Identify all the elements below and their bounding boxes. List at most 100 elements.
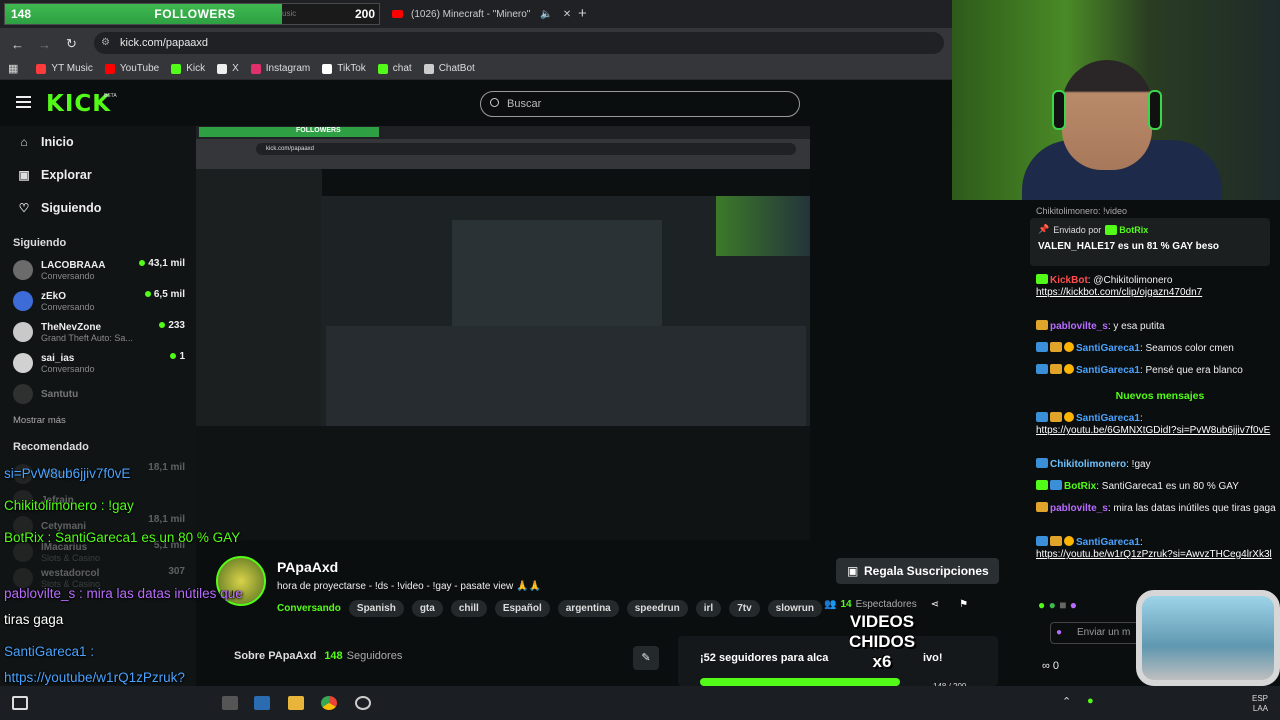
- nav-explorar[interactable]: ▣ Explorar: [18, 165, 91, 185]
- avatar: [13, 384, 33, 404]
- emote-icon[interactable]: ●: [1038, 598, 1045, 612]
- hamburger-menu-icon[interactable]: [16, 96, 31, 108]
- chat-message[interactable]: KickBot: @Chikitolimonero https://kickbot…: [1036, 274, 1280, 299]
- chat-message[interactable]: SantiGareca1: https://youtu.be/6GMNXtGDid…: [1036, 412, 1280, 437]
- tag-7tv[interactable]: 7tv: [729, 600, 760, 617]
- forward-button[interactable]: →: [31, 37, 58, 52]
- avatar: [13, 260, 33, 280]
- emote-icon[interactable]: ●: [1070, 598, 1077, 612]
- chat-username[interactable]: pablovilte_s: [1050, 321, 1108, 332]
- bookmark-chat[interactable]: chat: [377, 63, 412, 74]
- url-field[interactable]: kick.com/papaaxd: [94, 32, 944, 54]
- channel-category: Slots & Casino: [41, 552, 101, 563]
- tag-irl[interactable]: irl: [695, 600, 722, 617]
- start-icon[interactable]: [12, 696, 28, 710]
- task-view-icon[interactable]: [222, 696, 238, 710]
- bookmark-yt-music[interactable]: YT Music: [36, 63, 93, 74]
- bookmark-chatbot[interactable]: ChatBot: [423, 63, 475, 74]
- chat-username[interactable]: SantiGareca1: [1076, 343, 1140, 354]
- bookmark-instagram[interactable]: Instagram: [250, 63, 311, 74]
- tag-gta[interactable]: gta: [411, 600, 443, 617]
- microphone-icon[interactable]: ●: [1056, 627, 1062, 638]
- channel-text: LACOBRAAA Conversando: [41, 260, 105, 281]
- language-indicator[interactable]: ESP LAA: [1252, 694, 1268, 714]
- tag-slowrun[interactable]: slowrun: [767, 600, 823, 617]
- back-button[interactable]: ←: [4, 37, 31, 52]
- chat-username[interactable]: SantiGareca1: [1076, 365, 1140, 376]
- chat-link[interactable]: https://youtu.be/w1rQ1zPzruk?si=AwvzTHCe…: [1036, 549, 1272, 560]
- stream-category[interactable]: Conversando: [277, 603, 341, 614]
- obs-icon[interactable]: [355, 696, 371, 710]
- channel-name: LACOBRAAA: [41, 259, 106, 271]
- site-info-icon[interactable]: ⚙: [101, 37, 110, 48]
- new-messages-divider[interactable]: Nuevos mensajes: [1040, 390, 1280, 402]
- chat-message[interactable]: SantiGareca1: https://youtu.be/w1rQ1zPzru…: [1036, 536, 1280, 561]
- channel-item[interactable]: LACOBRAAA Conversando 43,1 mil: [13, 256, 185, 284]
- chat-username[interactable]: SantiGareca1: [1076, 413, 1140, 424]
- show-more-link[interactable]: Mostrar más: [13, 415, 66, 426]
- tag-speedrun[interactable]: speedrun: [626, 600, 688, 617]
- nav-inicio[interactable]: ⌂ Inicio: [18, 132, 73, 152]
- channel-item[interactable]: zEkO Conversando 6,5 mil: [13, 287, 185, 315]
- stream-video-player[interactable]: FOLLOWERS kick.com/papaaxd: [196, 126, 810, 540]
- language: ESP: [1251, 694, 1268, 703]
- tab-title: (1026) Minecraft - "Minero": [411, 8, 531, 20]
- nav-siguiendo[interactable]: ♡ Siguiendo: [18, 198, 102, 218]
- pinned-message[interactable]: 📌 Enviado por BotRix VALEN_HALE17 es un …: [1030, 218, 1270, 266]
- tab-minecraft[interactable]: (1026) Minecraft - "Minero" 🔈 ✕: [392, 2, 572, 26]
- edit-pencil-icon[interactable]: ✎: [633, 646, 659, 670]
- chat-message[interactable]: Chikitolimonero: !gay: [1036, 458, 1280, 471]
- chrome-icon[interactable]: [321, 696, 337, 710]
- new-tab-button[interactable]: +: [578, 5, 587, 22]
- kick-logo[interactable]: KICK: [46, 91, 111, 117]
- viewer-count: 233: [159, 320, 185, 331]
- chat-link[interactable]: https://kickbot.com/clip/ojgazn470dn7: [1036, 287, 1202, 298]
- chat-message[interactable]: SantiGareca1: Seamos color cmen: [1036, 342, 1280, 355]
- bookmark-favicon-icon: [36, 63, 47, 74]
- gift-subscriptions-button[interactable]: Regala Suscripciones: [836, 558, 999, 584]
- chat-username[interactable]: SantiGareca1: [1076, 537, 1140, 548]
- reload-button[interactable]: ↻: [58, 36, 85, 52]
- chat-message[interactable]: pablovilte_s: y esa putita: [1036, 320, 1280, 333]
- bookmark-label: Instagram: [265, 63, 311, 74]
- chat-username[interactable]: pablovilte_s: [1050, 503, 1108, 514]
- mute-icon[interactable]: 🔈: [540, 9, 552, 20]
- user-add-icon[interactable]: ⚑: [959, 599, 968, 610]
- tray-chevron-icon[interactable]: ⌃: [1062, 695, 1071, 708]
- chat-link[interactable]: https://youtu.be/6GMNXtGDidI?si=PvW8ub6j…: [1036, 425, 1270, 436]
- bookmark-tiktok[interactable]: TikTok: [322, 63, 366, 74]
- user-badge-icon: [1050, 536, 1062, 546]
- emote-icon[interactable]: ●: [1049, 598, 1056, 612]
- chat-username[interactable]: BotRix: [1064, 481, 1096, 492]
- streamer-name[interactable]: PApaAxd: [277, 559, 338, 575]
- channel-item[interactable]: Santutu: [13, 380, 185, 408]
- channel-item[interactable]: sai_ias Conversando 1: [13, 349, 185, 377]
- chat-username[interactable]: Chikitolimonero: [1050, 459, 1126, 470]
- tag-chill[interactable]: chill: [450, 600, 487, 617]
- tag-español[interactable]: Español: [494, 600, 550, 617]
- user-badge-icon: [1064, 536, 1074, 546]
- tag-argentina[interactable]: argentina: [557, 600, 619, 617]
- emote-icon[interactable]: ■: [1059, 598, 1066, 612]
- bookmark-x[interactable]: X: [217, 63, 239, 74]
- mail-icon[interactable]: [254, 696, 270, 710]
- chat-username[interactable]: KickBot: [1050, 275, 1088, 286]
- apps-icon[interactable]: ▦: [8, 62, 18, 75]
- chat-message[interactable]: SantiGareca1: Pensé que era blanco: [1036, 364, 1280, 377]
- close-tab-icon[interactable]: ✕: [563, 9, 571, 20]
- chat-text: : Seamos color cmen: [1139, 343, 1234, 354]
- search-input[interactable]: Buscar: [480, 91, 800, 117]
- chat-message[interactable]: BotRix: SantiGareca1 es un 80 % GAY: [1036, 480, 1280, 493]
- viewer-count: 1: [170, 351, 185, 362]
- overlay-chat-line: SantiGareca1 :: [4, 644, 95, 659]
- share-icon[interactable]: ⋖: [931, 599, 939, 610]
- bookmark-kick[interactable]: Kick: [171, 63, 205, 74]
- chat-message[interactable]: pablovilte_s: mira las datas inútiles qu…: [1036, 502, 1280, 515]
- tray-mic-icon[interactable]: ●: [1087, 695, 1094, 707]
- file-explorer-icon[interactable]: [288, 696, 304, 710]
- followers-goal-overlay: 148 FOLLOWERS 200: [4, 3, 380, 25]
- tag-spanish[interactable]: Spanish: [348, 600, 404, 617]
- channel-item[interactable]: TheNevZone Grand Theft Auto: Sa... 233: [13, 318, 185, 346]
- followers-label: FOLLOWERS: [154, 7, 236, 21]
- bookmark-youtube[interactable]: YouTube: [104, 63, 159, 74]
